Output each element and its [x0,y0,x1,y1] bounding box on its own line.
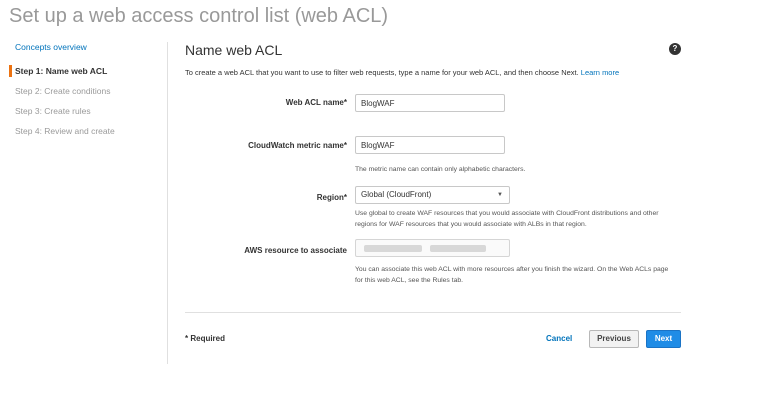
acl-name-label: Web ACL name* [285,98,347,107]
sidebar-step-4: Step 4: Review and create [15,126,115,136]
resource-select[interactable] [355,239,510,257]
redacted-resource-text [364,245,422,252]
name-web-acl-panel: Name web ACL ? To create a web ACL that … [185,40,681,348]
learn-more-link[interactable]: Learn more [581,68,619,77]
previous-button[interactable]: Previous [589,330,639,348]
panel-title: Name web ACL [185,42,283,58]
metric-name-hint: The metric name can contain only alphabe… [355,166,526,173]
caret-down-icon: ▼ [497,192,503,198]
footer-divider [185,312,681,313]
sidebar-step-2: Step 2: Create conditions [15,86,111,96]
metric-name-label: CloudWatch metric name* [248,141,347,150]
sidebar-divider [167,42,168,364]
wizard-sidebar: Concepts overview Step 1: Name web ACL S… [9,40,160,141]
region-select-value: Global (CloudFront) [361,190,432,199]
page-title: Set up a web access control list (web AC… [9,5,389,27]
sidebar-step-1[interactable]: Step 1: Name web ACL [9,61,160,81]
region-label: Region* [316,193,347,202]
cancel-button[interactable]: Cancel [546,334,572,343]
resource-label: AWS resource to associate [244,246,347,255]
region-select[interactable]: Global (CloudFront) ▼ [355,186,510,204]
acl-name-input[interactable] [355,94,505,112]
resource-hint: You can associate this web ACL with more… [355,266,669,284]
metric-name-input[interactable] [355,136,505,154]
next-button[interactable]: Next [646,330,681,348]
required-note: * Required [185,334,226,343]
help-icon[interactable]: ? [669,43,681,55]
intro-text: To create a web ACL that you want to use… [185,68,619,77]
intro-sentence: To create a web ACL that you want to use… [185,68,579,77]
concepts-overview-link[interactable]: Concepts overview [15,42,160,52]
region-hint: Use global to create WAF resources that … [355,210,659,228]
sidebar-step-3: Step 3: Create rules [15,106,91,116]
redacted-resource-text [430,245,486,252]
